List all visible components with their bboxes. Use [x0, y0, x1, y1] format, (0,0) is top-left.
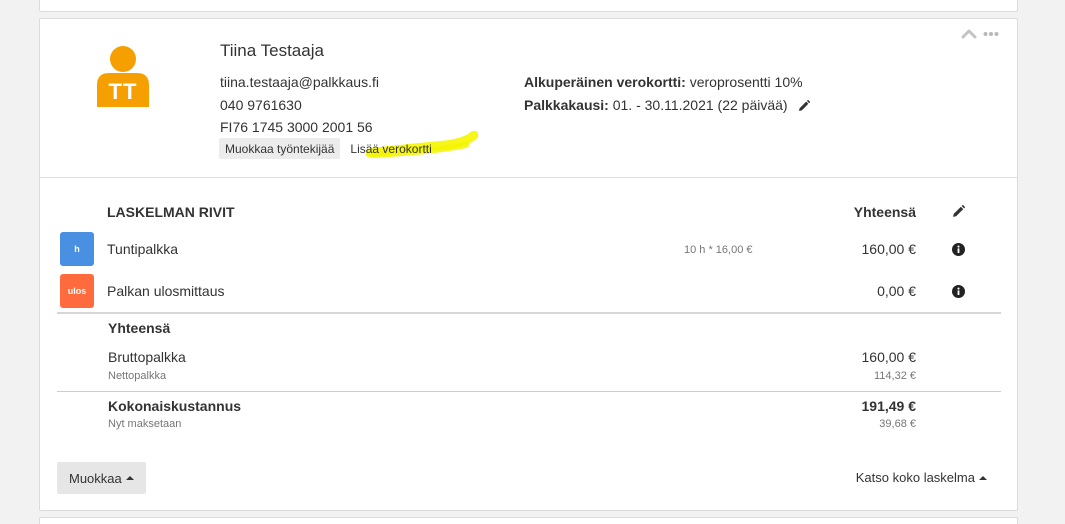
- gross-pay-label: Bruttopalkka: [108, 349, 186, 365]
- edit-employee-button[interactable]: Muokkaa työntekijää: [219, 138, 341, 159]
- employee-contact: tiina.testaaja@palkkaus.fi 040 9761630 F…: [220, 71, 379, 139]
- chevron-up-icon[interactable]: [961, 29, 977, 39]
- total-cost-value: 191,49 €: [861, 398, 917, 414]
- net-pay-value: 114,32 €: [873, 370, 916, 382]
- edit-button[interactable]: Muokkaa: [57, 462, 146, 494]
- avatar-initials: TT: [108, 79, 138, 104]
- pay-period-label: Palkkakausi:: [524, 96, 609, 113]
- garnishment-row-icon: ulos: [60, 274, 94, 308]
- pay-period-value: 01. - 30.11.2021 (22 päivää): [612, 96, 788, 113]
- rows-separator: [57, 312, 1001, 314]
- summary-title: Yhteensä: [108, 320, 171, 336]
- original-taxcard-value: veroprosentti 10%: [689, 74, 803, 90]
- calculation-rows-title: LASKELMAN RIVIT: [107, 204, 235, 220]
- row-quantity: 10 h * 16,00 €: [684, 244, 753, 256]
- section-divider: [40, 177, 1017, 178]
- employee-calculation-card: TT Tiina Testaaja tiina.testaaja@palkkau…: [39, 18, 1018, 511]
- employee-phone: 040 9761630: [220, 96, 302, 113]
- total-cost-label: Kokonaiskustannus: [108, 398, 242, 414]
- paid-now-value: 39,68 €: [879, 418, 916, 430]
- info-icon[interactable]: [952, 243, 965, 261]
- caret-up-icon: [979, 475, 987, 480]
- previous-card: [39, 0, 1018, 12]
- employee-actions: Muokkaa työntekijää Lisää verokortti: [219, 138, 438, 159]
- hourly-wage-row-icon: h: [60, 232, 94, 266]
- view-full-calculation-link[interactable]: Katso koko laskelma: [856, 470, 987, 485]
- info-icon[interactable]: [952, 285, 965, 303]
- row-amount: 0,00 €: [877, 283, 916, 299]
- pay-period: Palkkakausi: 01. - 30.11.2021 (22 päivää…: [524, 94, 810, 119]
- avatar: TT: [95, 45, 151, 109]
- caret-up-icon: [125, 476, 134, 480]
- row-amount: 160,00 €: [861, 241, 917, 257]
- employee-name: Tiina Testaaja: [220, 41, 324, 60]
- view-full-calculation-label: Katso koko laskelma: [855, 470, 975, 485]
- gross-pay-value: 160,00 €: [861, 349, 917, 365]
- total-column-header: Yhteensä: [853, 204, 916, 220]
- row-label[interactable]: Tuntipalkka: [107, 241, 178, 257]
- add-taxcard-button[interactable]: Lisää verokortti: [344, 138, 437, 159]
- summary-separator: [57, 391, 1001, 392]
- original-taxcard-label: Alkuperäinen verokortti:: [524, 74, 686, 90]
- employee-iban: FI76 1745 3000 2001 56: [220, 119, 373, 135]
- more-options-icon[interactable]: [983, 31, 999, 37]
- next-card: [39, 517, 1018, 524]
- paid-now-label: Nyt maksetaan: [108, 418, 182, 430]
- card-tools: [961, 29, 999, 39]
- edit-button-label: Muokkaa: [69, 470, 122, 486]
- pencil-icon[interactable]: [798, 96, 810, 119]
- row-label[interactable]: Palkan ulosmittaus: [107, 283, 225, 299]
- edit-rows-pencil-icon[interactable]: [952, 204, 966, 223]
- employee-email: tiina.testaaja@palkkaus.fi: [220, 74, 379, 90]
- tax-info: Alkuperäinen verokortti: veroprosentti 1…: [524, 71, 810, 118]
- original-taxcard: Alkuperäinen verokortti: veroprosentti 1…: [524, 71, 810, 94]
- net-pay-label: Nettopalkka: [108, 370, 167, 382]
